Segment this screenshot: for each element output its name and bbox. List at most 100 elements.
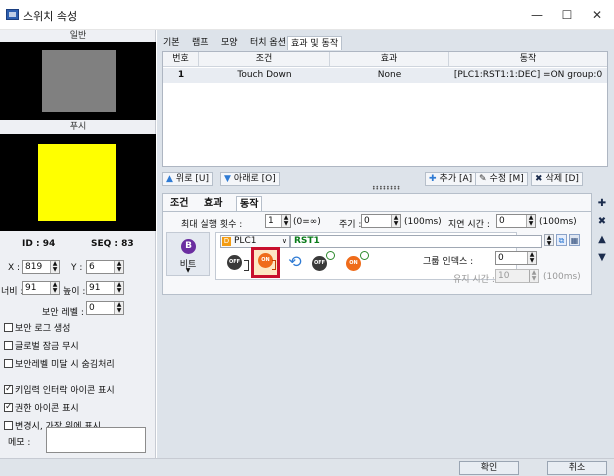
y-value: 6 [89, 262, 95, 272]
group-index-input[interactable]: 0 ▲ ▼ [495, 251, 537, 265]
minimize-button[interactable]: — [527, 6, 547, 24]
subtab-condition[interactable]: 조건 [167, 196, 191, 211]
normal-preview-shape [42, 50, 116, 112]
maximize-button[interactable]: ☐ [557, 6, 577, 24]
delete-label: 삭제 [D] [545, 174, 579, 184]
spin-arrows-icon[interactable]: ▲ ▼ [527, 252, 536, 264]
normal-header: 일반 [69, 31, 87, 41]
action-table: 번호 조건 효과 동작 1 Touch Down None [PLC1:RST1… [162, 51, 608, 167]
delayed-off-action-icon[interactable]: OFF [310, 251, 336, 273]
id-readout: ID : 94 [22, 239, 55, 249]
right-panel: 기본 램프 모양 터치 옵션 효과 및 동작 번호 조건 효과 동작 1 Tou… [157, 30, 614, 458]
width-input[interactable]: 91 ▲ ▼ [22, 281, 60, 295]
bit-off-action-icon[interactable]: OFF [225, 252, 249, 274]
col-header-effect: 효과 [330, 52, 449, 67]
y-label: Y : [71, 263, 83, 273]
checkbox-icon[interactable] [4, 341, 13, 350]
check-hide-below-security[interactable]: 보안레벨 미달 시 숨김처리 [4, 359, 115, 371]
delayed-on-action-icon[interactable]: ON [344, 251, 370, 273]
off-text: OFF [227, 255, 242, 270]
period-unit: (100ms) [404, 217, 442, 227]
check-show-interlock-icon[interactable]: 키입력 인터락 아이콘 표시 [4, 384, 115, 397]
dialog-button-bar: 확인 취소 [0, 458, 614, 476]
check-security-log[interactable]: 보안 로그 생성 [4, 323, 70, 335]
edit-label: 수정 [M] [489, 174, 524, 184]
delay-input[interactable]: 0 ▲ ▼ [496, 214, 536, 228]
spin-arrows-icon[interactable]: ▲ ▼ [114, 261, 123, 273]
check-ignore-global-lock[interactable]: 글로벌 잠금 무시 [4, 341, 79, 353]
add-label: 추가 [A] [439, 174, 473, 184]
move-down-button[interactable]: ▼ 아래로 [O] [220, 172, 280, 186]
seq-label: SEQ : [91, 239, 122, 249]
checkbox-checked-icon[interactable] [4, 402, 13, 413]
security-input[interactable]: 0 ▲ ▼ [86, 301, 124, 315]
id-label: ID : [22, 239, 43, 249]
tab-shape[interactable]: 모양 [218, 36, 241, 50]
off-text-2: OFF [312, 256, 327, 271]
side-add-icon[interactable]: ✚ [596, 198, 608, 210]
address-spin-icon[interactable]: ▲ ▼ [544, 234, 554, 247]
address-lookup-icon[interactable]: ⧉ [556, 234, 567, 246]
close-button[interactable]: ✕ [587, 6, 607, 24]
checkbox-icon[interactable] [4, 421, 13, 430]
height-value: 91 [89, 283, 101, 293]
pencil-icon: ✎ [479, 174, 487, 184]
cancel-button[interactable]: 취소 [547, 461, 607, 475]
spin-arrows-icon[interactable]: ▲ ▼ [391, 215, 400, 227]
side-down-icon[interactable]: ▼ [596, 252, 608, 264]
spin-arrows-icon[interactable]: ▲ ▼ [50, 282, 59, 294]
side-up-icon[interactable]: ▲ [596, 234, 608, 246]
subtab-action[interactable]: 동작 [236, 196, 263, 211]
group-index-value: 0 [498, 253, 504, 263]
height-label: 높이 : [63, 287, 86, 297]
arrow-down-icon: ▼ [224, 174, 231, 184]
check-show-permission-icon[interactable]: 권한 아이콘 표시 [4, 402, 79, 415]
normal-preview [0, 42, 156, 120]
move-up-button[interactable]: ▲ 위로 [U] [162, 172, 213, 186]
delete-x-icon: ✖ [535, 174, 543, 184]
spin-arrows-icon[interactable]: ▲ ▼ [50, 261, 59, 273]
arrow-up-icon: ▲ [166, 174, 173, 184]
subtab-effect[interactable]: 효과 [201, 196, 225, 211]
spin-arrows-icon[interactable]: ▲ ▼ [281, 215, 290, 227]
width-value: 91 [25, 283, 37, 293]
col-header-condition: 조건 [199, 52, 330, 67]
x-input[interactable]: 819 ▲ ▼ [22, 260, 60, 274]
ok-button[interactable]: 확인 [459, 461, 519, 475]
check-label: 글로벌 잠금 무시 [15, 342, 79, 352]
toggle-action-icon[interactable]: ⟲ [284, 252, 306, 272]
add-button[interactable]: ✚ 추가 [A] [425, 172, 477, 186]
y-input[interactable]: 6 ▲ ▼ [86, 260, 124, 274]
side-delete-icon[interactable]: ✖ [596, 216, 608, 228]
push-preview [0, 134, 156, 231]
delete-button[interactable]: ✖ 삭제 [D] [531, 172, 583, 186]
memo-field[interactable] [46, 427, 146, 453]
edit-button[interactable]: ✎ 수정 [M] [475, 172, 528, 186]
checkbox-checked-icon[interactable] [4, 384, 13, 395]
tab-touch-options[interactable]: 터치 옵션 [247, 36, 289, 50]
bit-type-selector[interactable]: B 비트 ▼ [166, 232, 210, 276]
cell-effect: None [330, 68, 449, 83]
title-bar: 스위치 속성 — ☐ ✕ [0, 0, 614, 30]
checkbox-icon[interactable] [4, 359, 13, 368]
dropdown-arrow-icon: ▼ [185, 267, 191, 274]
tab-effects-actions[interactable]: 효과 및 동작 [287, 36, 343, 50]
checkbox-icon[interactable] [4, 323, 13, 332]
spin-arrows-icon[interactable]: ▲ ▼ [529, 270, 538, 282]
plc-value: PLC1 [234, 236, 257, 246]
hold-time-input[interactable]: 10 ▲ ▼ [495, 269, 539, 283]
address-input[interactable]: RST1 [290, 235, 542, 248]
tab-lamp[interactable]: 램프 [189, 36, 212, 50]
tab-basic[interactable]: 기본 [160, 36, 183, 50]
max-exec-input[interactable]: 1 ▲ ▼ [265, 214, 291, 228]
bit-on-action-icon-selected[interactable]: ON [251, 247, 280, 278]
spin-arrows-icon[interactable]: ▲ ▼ [114, 302, 123, 314]
height-input[interactable]: 91 ▲ ▼ [86, 281, 124, 295]
keypad-icon[interactable]: ▦ [569, 234, 580, 246]
spin-arrows-icon[interactable]: ▲ ▼ [114, 282, 123, 294]
splitter-grip-icon[interactable]: •••••••• •••••••• [372, 185, 400, 193]
on-bracket [272, 260, 276, 270]
period-input[interactable]: 0 ▲ ▼ [361, 214, 401, 228]
spin-arrows-icon[interactable]: ▲ ▼ [526, 215, 535, 227]
seq-value: 83 [121, 239, 134, 249]
